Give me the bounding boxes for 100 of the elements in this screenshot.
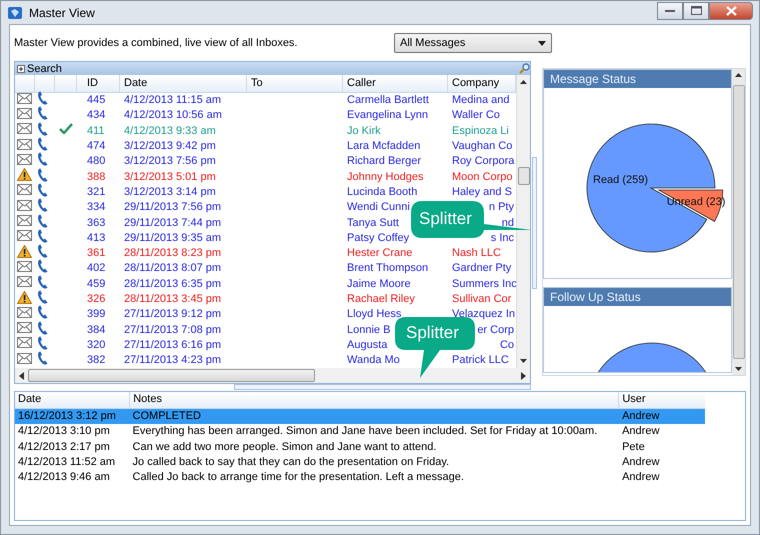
table-cell-text: n Pty (488, 200, 515, 216)
column-header[interactable]: To (247, 75, 343, 92)
table-cell-text: 29/11/2013 7:56 pm (123, 200, 222, 216)
table-cell-text: 363 (86, 216, 106, 231)
table-cell-text: 28/11/2013 3:45 pm (123, 292, 222, 307)
splitter-handle[interactable] (234, 384, 531, 390)
envelope-icon (17, 123, 32, 134)
envelope-icon (17, 306, 32, 318)
chart-title: Message Status (544, 70, 731, 88)
table-cell-text: 382 (86, 353, 106, 368)
note-row[interactable]: 4/12/2013 2:17 pm Can we add two more people. Simon and Jane want to attend. Pete (15, 440, 705, 455)
scrollbar-thumb[interactable] (732, 85, 744, 359)
callout-text: Splitter (419, 209, 472, 229)
table-cell-text: Andrew (621, 454, 660, 470)
table-cell-text: 16/12/2013 3:12 pm (17, 409, 117, 424)
phone-icon (37, 182, 49, 197)
close-icon (726, 6, 736, 16)
phone-icon (37, 168, 49, 182)
data-label: Read (259) (593, 174, 648, 186)
table-cell: Lara Mcfadden (347, 140, 420, 152)
table-cell-text: 320 (86, 338, 106, 353)
dropdown-arrow-icon (538, 40, 546, 46)
phone-icon (37, 336, 49, 350)
envelope-icon (17, 138, 32, 150)
envelope-icon (17, 337, 32, 348)
search-icon (519, 63, 530, 74)
splitter-handle[interactable] (532, 156, 536, 288)
scrollbar-thumb[interactable] (28, 369, 315, 382)
envelope-icon (17, 92, 32, 104)
table-cell: Richard Berger (347, 155, 421, 168)
scrollbar-thumb[interactable] (518, 167, 530, 185)
close-button[interactable] (709, 2, 753, 20)
envelope-icon (17, 154, 32, 165)
table-cell: Lloyd Hess (347, 308, 402, 320)
table-cell: Hester Crane (347, 247, 412, 260)
table-cell-text: 480 (86, 154, 106, 170)
table-cell: Wendi Cunni (347, 201, 410, 214)
table-cell-text: 361 (86, 246, 106, 262)
table-cell-text: 3/12/2013 7:56 pm (123, 154, 217, 170)
column-header[interactable]: User (619, 392, 705, 408)
table-cell-text: Medina and (451, 93, 510, 108)
table-cell-text: 321 (86, 184, 106, 200)
note-row[interactable]: 4/12/2013 9:46 am Called Jo back to arrange time for the presentation. Left a message. Andrew (15, 470, 705, 486)
envelope-icon (17, 108, 32, 119)
table-cell-text: 4/12/2013 3:10 pm (17, 424, 111, 440)
table-cell-text: 28/11/2013 6:35 pm (123, 276, 222, 292)
table-cell-text: 4/12/2013 11:15 am (123, 93, 222, 108)
table-cell-text: 3/12/2013 9:42 pm (123, 139, 217, 154)
phone-icon (37, 274, 49, 289)
table-cell: Jo Kirk (347, 124, 381, 137)
note-row[interactable]: 4/12/2013 3:10 pm Everything has been arranged. Simon and Jane have been included. Set for Friday at 10:00am. Andrew (15, 424, 705, 440)
table-cell-text: Jo called back to say that they can do the presentation on Friday. (132, 454, 450, 470)
table-cell-text: 402 (86, 261, 106, 276)
table-cell-text: 334 (86, 200, 106, 216)
envelope-icon (17, 276, 32, 288)
table-cell-text: Haley and S (451, 184, 513, 200)
column-header[interactable]: ID (77, 75, 120, 92)
table-cell-text: Gardner Pty (451, 261, 512, 276)
table-cell-text: 4/12/2013 9:33 am (123, 124, 217, 139)
table-cell: Rachael Riley (347, 293, 415, 305)
table-cell-text: 4/12/2013 9:46 am (17, 470, 111, 486)
envelope-icon (17, 260, 32, 272)
envelope-icon (17, 322, 32, 334)
scroll-right-icon (521, 372, 526, 380)
table-cell-text: 384 (86, 322, 106, 338)
check-icon (59, 123, 73, 134)
table-cell-text: Andrew (621, 409, 660, 424)
warning-icon (17, 168, 32, 182)
column-header[interactable]: Date (120, 75, 247, 92)
phone-icon (37, 214, 49, 228)
table-cell-text: 29/11/2013 7:44 pm (123, 216, 222, 231)
message-filter-dropdown[interactable]: All Messages (394, 33, 552, 53)
minimize-button[interactable] (657, 2, 683, 20)
table-cell-text: 474 (86, 139, 106, 154)
envelope-icon (17, 200, 32, 211)
column-header[interactable]: Date (15, 392, 130, 408)
note-row[interactable]: 4/12/2013 11:52 am Jo called back to say that they can do the presentation on Friday. Andrew (15, 454, 705, 470)
warning-icon (17, 244, 32, 258)
table-cell-text: 28/11/2013 8:23 pm (123, 246, 222, 262)
table-cell: Wanda Mo (347, 354, 400, 366)
maximize-button[interactable] (683, 2, 709, 20)
table-cell-text: Can we add two more people. Simon and Jane want to attend. (132, 440, 438, 455)
table-cell-text: 3/12/2013 3:14 pm (123, 184, 217, 200)
phone-icon (37, 320, 49, 335)
expand-icon (17, 64, 25, 72)
table-cell-text: 4/12/2013 2:17 pm (17, 440, 111, 455)
vertical-scrollbar[interactable] (732, 69, 745, 375)
phone-icon (37, 122, 49, 136)
table-cell-text: Called Jo back to arrange time for the presentation. Left a message. (132, 470, 465, 486)
column-header[interactable]: Caller (343, 75, 448, 92)
search-bar[interactable]: Search (15, 62, 530, 75)
note-row[interactable]: 16/12/2013 3:12 pm COMPLETED Andrew (15, 409, 705, 424)
minimize-icon (665, 8, 675, 12)
envelope-icon (17, 215, 32, 226)
column-header[interactable]: Notes (130, 392, 620, 408)
horizontal-scrollbar[interactable] (15, 368, 530, 383)
phone-icon (37, 106, 49, 120)
table-cell-text: 445 (86, 93, 106, 108)
vertical-scrollbar[interactable] (516, 75, 530, 368)
phone-icon (37, 259, 49, 274)
